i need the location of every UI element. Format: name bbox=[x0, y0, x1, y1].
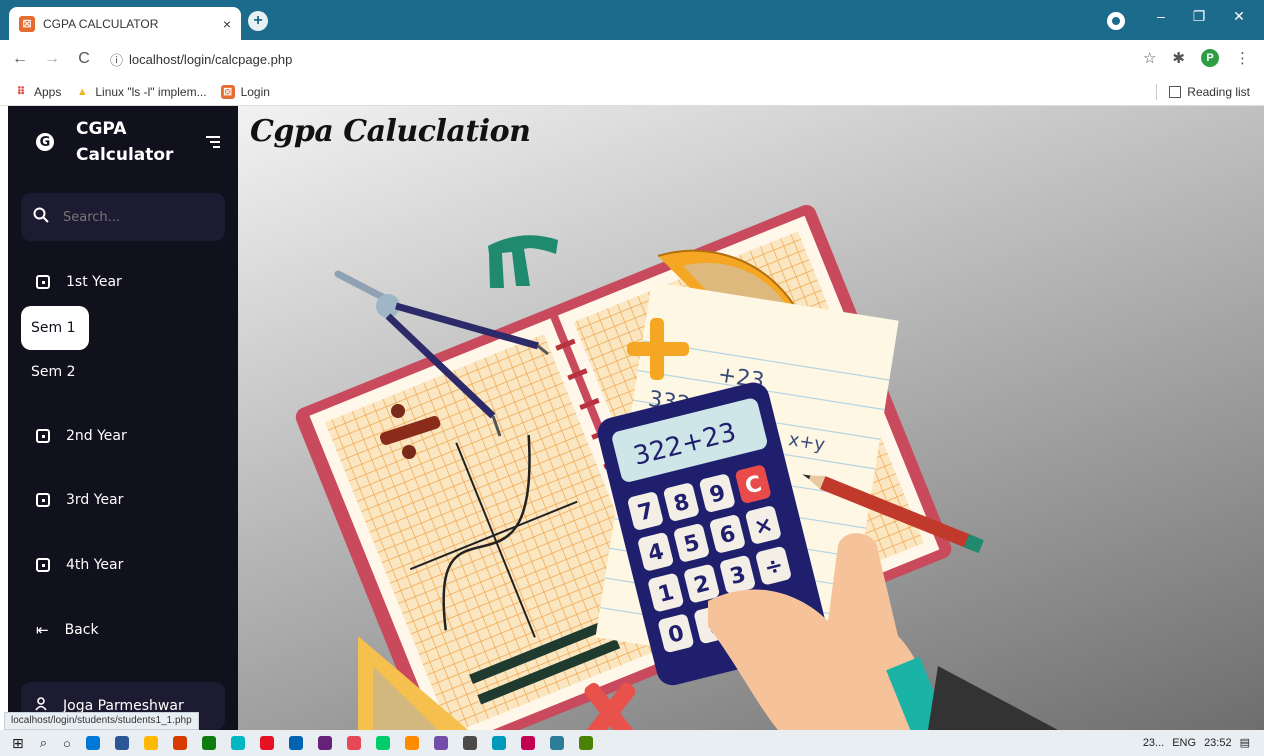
tray-notification-text[interactable]: 23... bbox=[1143, 737, 1164, 749]
taskbar-app-icon[interactable] bbox=[259, 736, 274, 750]
bookmark-apps[interactable]: ⠿ Apps bbox=[14, 84, 62, 99]
back-arrow-icon[interactable]: ← bbox=[8, 50, 32, 68]
language-indicator[interactable]: ENG bbox=[1172, 737, 1196, 749]
sidebar-item-sem-2[interactable]: Sem 2 bbox=[31, 364, 76, 380]
pi-symbol bbox=[488, 235, 558, 288]
taskbar-app-icon[interactable] bbox=[433, 736, 448, 750]
reading-list-label: Reading list bbox=[1187, 85, 1250, 99]
bookmark-label: Linux "ls -l" implem... bbox=[95, 84, 207, 99]
bookmark-label: Apps bbox=[34, 84, 62, 99]
year-box-icon bbox=[36, 493, 50, 507]
taskbar-app-icon[interactable] bbox=[462, 736, 477, 750]
linux-icon: ▲ bbox=[76, 85, 88, 98]
tab-close-icon[interactable]: × bbox=[223, 16, 231, 32]
new-tab-button[interactable]: + bbox=[248, 11, 268, 31]
sidebar-item-back[interactable]: ⇤ Back bbox=[36, 621, 99, 639]
site-info-icon[interactable]: ⓘ bbox=[110, 50, 123, 69]
bookmarks-bar: ⠿ Apps ▲ Linux "ls -l" implem... ⊠ Login… bbox=[0, 78, 1264, 106]
apps-grid-icon: ⠿ bbox=[16, 86, 26, 98]
sidebar-item-label: 2nd Year bbox=[66, 428, 127, 444]
taskbar-app-icon[interactable] bbox=[317, 736, 332, 750]
window-minimize-button[interactable]: – bbox=[1146, 8, 1176, 24]
sidebar-item-label: 3rd Year bbox=[66, 492, 124, 508]
taskbar-app-icon[interactable] bbox=[230, 736, 245, 750]
taskbar-app-icon[interactable] bbox=[520, 736, 535, 750]
bookmark-label: Login bbox=[240, 84, 270, 99]
sidebar: G CGPA Calculator 1st Year Sem 1 Sem 2 2… bbox=[8, 106, 238, 730]
windows-start-icon[interactable]: ⊞ bbox=[12, 735, 24, 752]
tab-favicon-icon: ⊠ bbox=[19, 15, 35, 32]
taskbar-app-icon[interactable] bbox=[549, 736, 564, 750]
taskbar-app-icon[interactable] bbox=[114, 736, 129, 750]
window-close-button[interactable]: ✕ bbox=[1224, 8, 1254, 25]
sidebar-item-3rd-year[interactable]: 3rd Year bbox=[36, 492, 123, 508]
divider bbox=[1156, 84, 1158, 100]
notifications-icon[interactable]: ▤ bbox=[1240, 736, 1250, 749]
sidebar-item-label: 1st Year bbox=[66, 274, 122, 290]
address-bar: ← → C ⓘ localhost/login/calcpage.php ☆ ✱… bbox=[0, 40, 1264, 78]
browser-tab-active[interactable]: ⊠ CGPA CALCULATOR × bbox=[9, 7, 241, 40]
login-favicon-icon: ⊠ bbox=[220, 84, 235, 99]
reading-list-button[interactable]: Reading list bbox=[1156, 84, 1250, 100]
cortana-icon[interactable]: ○ bbox=[63, 736, 71, 751]
forward-arrow-icon[interactable]: → bbox=[40, 50, 64, 68]
main-area: Cgpa Caluclation +23 332 x+y 322+23 7 8 … bbox=[238, 106, 1264, 730]
search-icon[interactable]: ⌕ bbox=[40, 735, 47, 751]
bookmark-login[interactable]: ⊠ Login bbox=[220, 84, 270, 99]
brand: G CGPA Calculator bbox=[36, 116, 186, 168]
cgpa-logo-icon: G bbox=[36, 133, 54, 151]
browser-menu-icon[interactable]: ⋮ bbox=[1235, 49, 1250, 67]
reading-list-icon bbox=[1169, 86, 1182, 98]
search-input[interactable] bbox=[63, 209, 213, 225]
clock[interactable]: 23:52 bbox=[1204, 737, 1232, 749]
taskbar-app-icon[interactable] bbox=[375, 736, 390, 750]
year-box-icon bbox=[36, 275, 50, 289]
year-box-icon bbox=[36, 429, 50, 443]
system-tray: 23... ENG 23:52 ▤ bbox=[1143, 736, 1250, 750]
url-field[interactable]: localhost/login/calcpage.php bbox=[129, 52, 292, 67]
year-box-icon bbox=[36, 558, 50, 572]
taskbar-app-icon[interactable] bbox=[85, 736, 100, 750]
taskbar-app-icon[interactable] bbox=[404, 736, 419, 750]
sidebar-item-1st-year[interactable]: 1st Year bbox=[36, 274, 122, 290]
sidebar-item-label: Back bbox=[64, 622, 99, 638]
back-icon: ⇤ bbox=[36, 621, 49, 639]
tab-title: CGPA CALCULATOR bbox=[43, 16, 159, 31]
brand-name: CGPA Calculator bbox=[76, 116, 186, 168]
taskbar-app-icon[interactable] bbox=[491, 736, 506, 750]
bookmark-linux[interactable]: ▲ Linux "ls -l" implem... bbox=[75, 84, 207, 99]
extensions-puzzle-icon[interactable]: ✱ bbox=[1172, 49, 1185, 67]
search-box bbox=[21, 193, 225, 241]
browser-tab-bar: ⊠ CGPA CALCULATOR × + – ❐ ✕ bbox=[0, 0, 1264, 40]
menu-toggle-icon[interactable] bbox=[206, 136, 220, 151]
brand-line-1: CGPA bbox=[76, 119, 127, 139]
taskbar-app-icon[interactable] bbox=[172, 736, 187, 750]
reload-icon[interactable]: C bbox=[72, 50, 96, 68]
windows-taskbar: ⊞ ⌕ ○ 23... ENG 23:52 ▤ bbox=[0, 730, 1264, 756]
taskbar-app-icon[interactable] bbox=[346, 736, 361, 750]
math-illustration: +23 332 x+y 322+23 7 8 9 C × 4 5 6 ÷ 1 2… bbox=[295, 204, 1058, 730]
taskbar-app-icon[interactable] bbox=[578, 736, 593, 750]
window-restore-button[interactable]: ❐ bbox=[1184, 8, 1214, 25]
taskbar-app-icon[interactable] bbox=[288, 736, 303, 750]
sidebar-item-label: 4th Year bbox=[66, 557, 124, 573]
taskbar-apps bbox=[71, 736, 593, 750]
bookmark-star-icon[interactable]: ☆ bbox=[1143, 49, 1156, 67]
sidebar-item-2nd-year[interactable]: 2nd Year bbox=[36, 428, 127, 444]
taskbar-app-icon[interactable] bbox=[143, 736, 158, 750]
profile-avatar[interactable]: P bbox=[1201, 49, 1219, 67]
sidebar-item-4th-year[interactable]: 4th Year bbox=[36, 557, 123, 573]
search-icon bbox=[33, 207, 51, 227]
browser-profile-icon[interactable] bbox=[1107, 12, 1125, 30]
status-link-tooltip: localhost/login/students/students1_1.php bbox=[4, 712, 199, 730]
taskbar-app-icon[interactable] bbox=[201, 736, 216, 750]
sidebar-item-sem-1[interactable]: Sem 1 bbox=[21, 306, 89, 350]
page-content: G CGPA Calculator 1st Year Sem 1 Sem 2 2… bbox=[0, 106, 1264, 730]
brand-line-2: Calculator bbox=[76, 145, 174, 165]
